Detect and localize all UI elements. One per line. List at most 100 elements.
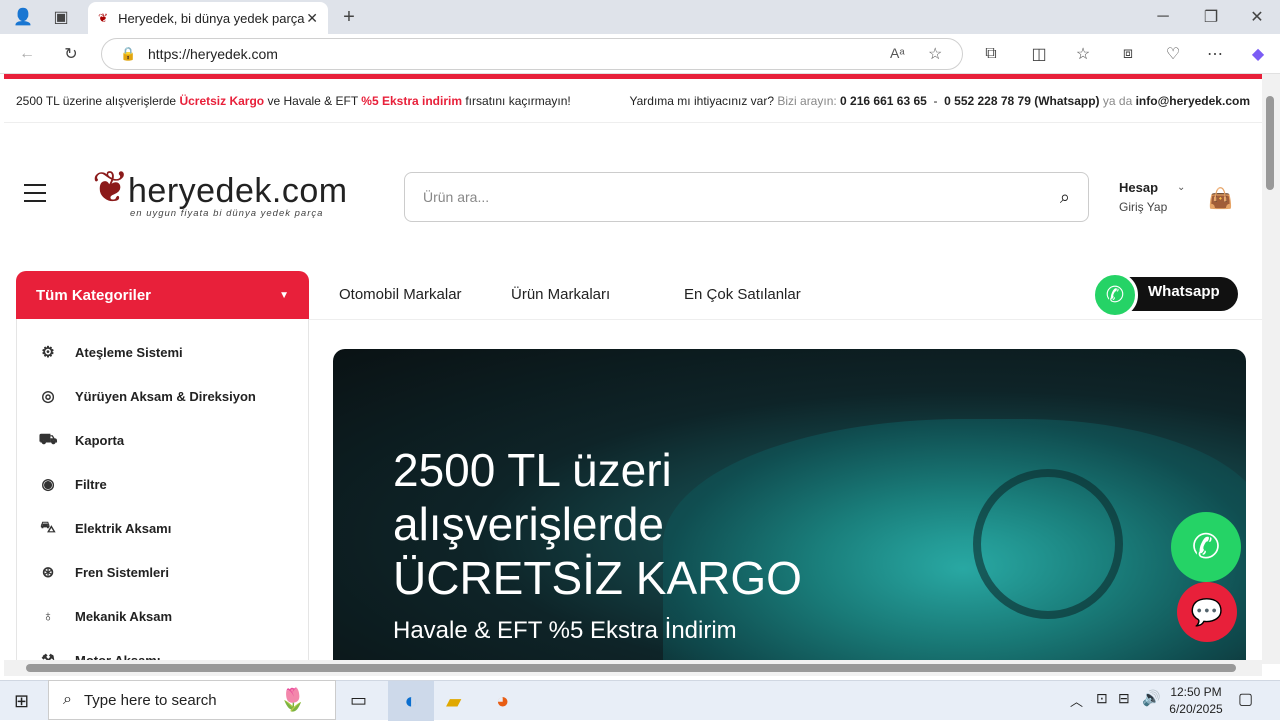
phone-number[interactable]: 0 216 661 63 65 xyxy=(840,94,927,108)
brake-icon: ⊛ xyxy=(41,564,55,581)
search-placeholder: Ürün ara... xyxy=(423,189,490,205)
category-label: Ateşleme Sistemi xyxy=(75,344,183,360)
extensions-icon[interactable]: ⧉ xyxy=(976,39,1006,69)
scroll-thumb[interactable] xyxy=(1266,96,1274,190)
category-item[interactable]: ⛍ Elektrik Aksamı xyxy=(17,506,308,550)
whatsapp-number[interactable]: 0 552 228 78 79 (Whatsapp) xyxy=(944,94,1099,108)
electric-icon: ⛍ xyxy=(40,518,56,536)
site-logo[interactable]: ❦ heryedek.com en uygun fiyata bi dünya … xyxy=(92,160,354,226)
volume-icon[interactable]: 🔊 xyxy=(1142,689,1161,707)
minimize-icon[interactable]: ─ xyxy=(1148,2,1178,32)
promo-part: fırsatını kaçırmayın! xyxy=(462,93,571,108)
edge-taskbar-icon[interactable]: ◐ xyxy=(388,681,434,721)
hero-subtitle: Havale & EFT %5 Ekstra İndirim xyxy=(393,617,737,644)
tab-actions-icon[interactable]: ▣ xyxy=(46,2,76,32)
category-item[interactable]: ◉ Filtre xyxy=(17,462,308,506)
category-item[interactable]: ◎ Yürüyen Aksam & Direksiyon xyxy=(17,374,308,418)
taskbar-search-placeholder: Type here to search xyxy=(83,691,217,709)
search-input[interactable]: Ürün ara... ⌕ xyxy=(404,172,1089,222)
category-label: Fren Sistemleri xyxy=(75,564,169,580)
add-favorite-icon[interactable]: ☆ xyxy=(928,44,942,64)
cart-icon[interactable]: 👜 xyxy=(1208,186,1233,211)
hamburger-menu-icon[interactable] xyxy=(24,184,46,202)
mechanic-icon: ♁ xyxy=(42,607,54,625)
hero-banner[interactable]: 2500 TL üzeri alışverişlerde ÜCRETSİZ KA… xyxy=(333,349,1246,665)
category-item[interactable]: ⊛ Fren Sistemleri xyxy=(17,550,308,594)
wifi-icon[interactable]: ⊟ xyxy=(1118,690,1130,707)
close-window-icon[interactable]: ✕ xyxy=(1242,2,1272,32)
contact-text: Yardıma mı ihtiyacınız var? Bizi arayın:… xyxy=(630,94,1250,108)
free-shipping-text: Ücretsiz Kargo xyxy=(179,93,265,108)
split-screen-icon[interactable]: ◫ xyxy=(1024,39,1054,69)
clock[interactable]: 12:50 PM 6/20/2025 xyxy=(1164,684,1228,718)
browser-tab-bar: 👤 ▣ ❦ Heryedek, bi dünya yedek parça ✕ +… xyxy=(0,0,1280,34)
back-icon[interactable]: ← xyxy=(12,39,42,69)
promo-topbar: 2500 TL üzerine alışverişlerde Ücretsiz … xyxy=(4,79,1262,123)
browser-tab[interactable]: ❦ Heryedek, bi dünya yedek parça ✕ xyxy=(88,2,328,34)
taskbar-search-icon: ⌕ xyxy=(63,691,72,708)
copilot-icon[interactable]: ◆ xyxy=(1243,39,1273,69)
search-icon[interactable]: ⌕ xyxy=(1060,187,1070,208)
account-menu[interactable]: Hesap Giriş Yap ⌄ xyxy=(1119,180,1189,214)
ignition-icon: ⚙ xyxy=(41,344,55,361)
category-label: Yürüyen Aksam & Direksiyon xyxy=(75,388,256,404)
promo-text: 2500 TL üzerine alışverişlerde Ücretsiz … xyxy=(16,94,571,108)
site-info-icon[interactable]: 🔒 xyxy=(120,46,136,62)
search-highlight-icon: 🌷 xyxy=(279,687,307,712)
discount-text: %5 Ekstra indirim xyxy=(361,93,463,108)
url-text: https://heryedek.com xyxy=(148,46,278,62)
all-categories-button[interactable]: Tüm Kategoriler ▼ xyxy=(16,271,309,319)
whatsapp-badge-label: Whatsapp xyxy=(1148,283,1220,300)
email-link[interactable]: info@heryedek.com xyxy=(1136,94,1250,108)
start-windows-icon[interactable]: ⊞ xyxy=(14,691,29,712)
browser-essentials-icon[interactable]: ♡ xyxy=(1158,39,1188,69)
clock-date: 6/20/2025 xyxy=(1169,702,1223,716)
wheel-icon: ◎ xyxy=(41,388,55,405)
tab-title: Heryedek, bi dünya yedek parça xyxy=(118,10,305,26)
hero-title: 2500 TL üzeri alışverişlerde ÜCRETSİZ KA… xyxy=(393,444,802,604)
car-body-icon: ⛟ xyxy=(38,430,58,448)
url-field[interactable]: 🔒 https://heryedek.com Aᵃ ☆ xyxy=(101,38,963,70)
call-label: Bizi arayın: xyxy=(777,93,841,108)
firefox-icon[interactable]: ◕ xyxy=(496,688,509,714)
chevron-down-icon: ⌄ xyxy=(1177,182,1186,193)
nav-car-brands[interactable]: Otomobil Markalar xyxy=(339,286,462,303)
restore-icon[interactable]: ❐ xyxy=(1196,2,1226,32)
horizontal-scrollbar[interactable] xyxy=(4,660,1262,676)
help-question: Yardıma mı ihtiyacınız var? xyxy=(629,93,778,108)
network-icon[interactable]: ⊡ xyxy=(1096,690,1108,707)
notifications-icon[interactable]: ▢ xyxy=(1238,689,1253,709)
category-label: Filtre xyxy=(75,476,107,492)
read-aloud-icon[interactable]: Aᵃ xyxy=(890,45,905,61)
category-list: ⚙ Ateşleme Sistemi ◎ Yürüyen Aksam & Direk… xyxy=(16,319,309,665)
category-label: Mekanik Aksam xyxy=(75,608,173,624)
profile-icon[interactable]: 👤 xyxy=(8,2,38,32)
task-view-icon[interactable]: ▭ xyxy=(350,690,367,711)
logo-text: heryedek.com xyxy=(128,172,348,210)
nav-product-brands[interactable]: Ürün Markaları xyxy=(511,286,610,303)
chat-float-button[interactable]: 💬 xyxy=(1177,582,1237,642)
category-item[interactable]: ⚙ Ateşleme Sistemi xyxy=(17,330,308,374)
taskbar-search-input[interactable]: ⌕ Type here to search 🌷 xyxy=(48,680,336,720)
h-scroll-thumb[interactable] xyxy=(26,664,1236,672)
nav-divider xyxy=(309,319,1262,320)
close-tab-icon[interactable]: ✕ xyxy=(306,10,318,27)
or-label: ya da xyxy=(1099,93,1136,108)
category-item[interactable]: ♁ Mekanik Aksam xyxy=(17,594,308,638)
file-explorer-icon[interactable]: ▰ xyxy=(446,689,461,714)
nav-best-sellers[interactable]: En Çok Satılanlar xyxy=(684,286,801,303)
new-tab-icon[interactable]: + xyxy=(334,2,364,32)
clock-time: 12:50 PM xyxy=(1170,685,1222,699)
login-link[interactable]: Giriş Yap xyxy=(1119,200,1189,214)
favicon-icon: ❦ xyxy=(98,11,109,25)
whatsapp-logo-icon[interactable]: ✆ xyxy=(1092,272,1138,318)
filter-icon: ◉ xyxy=(41,476,55,493)
vertical-scrollbar[interactable] xyxy=(1262,74,1280,664)
category-item[interactable]: ⛟ Kaporta xyxy=(17,418,308,462)
tray-chevron-icon[interactable]: ︿ xyxy=(1070,691,1083,710)
collections-icon[interactable]: ⧈ xyxy=(1113,39,1143,69)
favorites-icon[interactable]: ☆ xyxy=(1068,39,1098,69)
refresh-icon[interactable]: ↻ xyxy=(56,39,86,69)
whatsapp-float-button[interactable]: ✆ xyxy=(1171,512,1241,582)
more-menu-icon[interactable]: ⋯ xyxy=(1200,39,1230,69)
